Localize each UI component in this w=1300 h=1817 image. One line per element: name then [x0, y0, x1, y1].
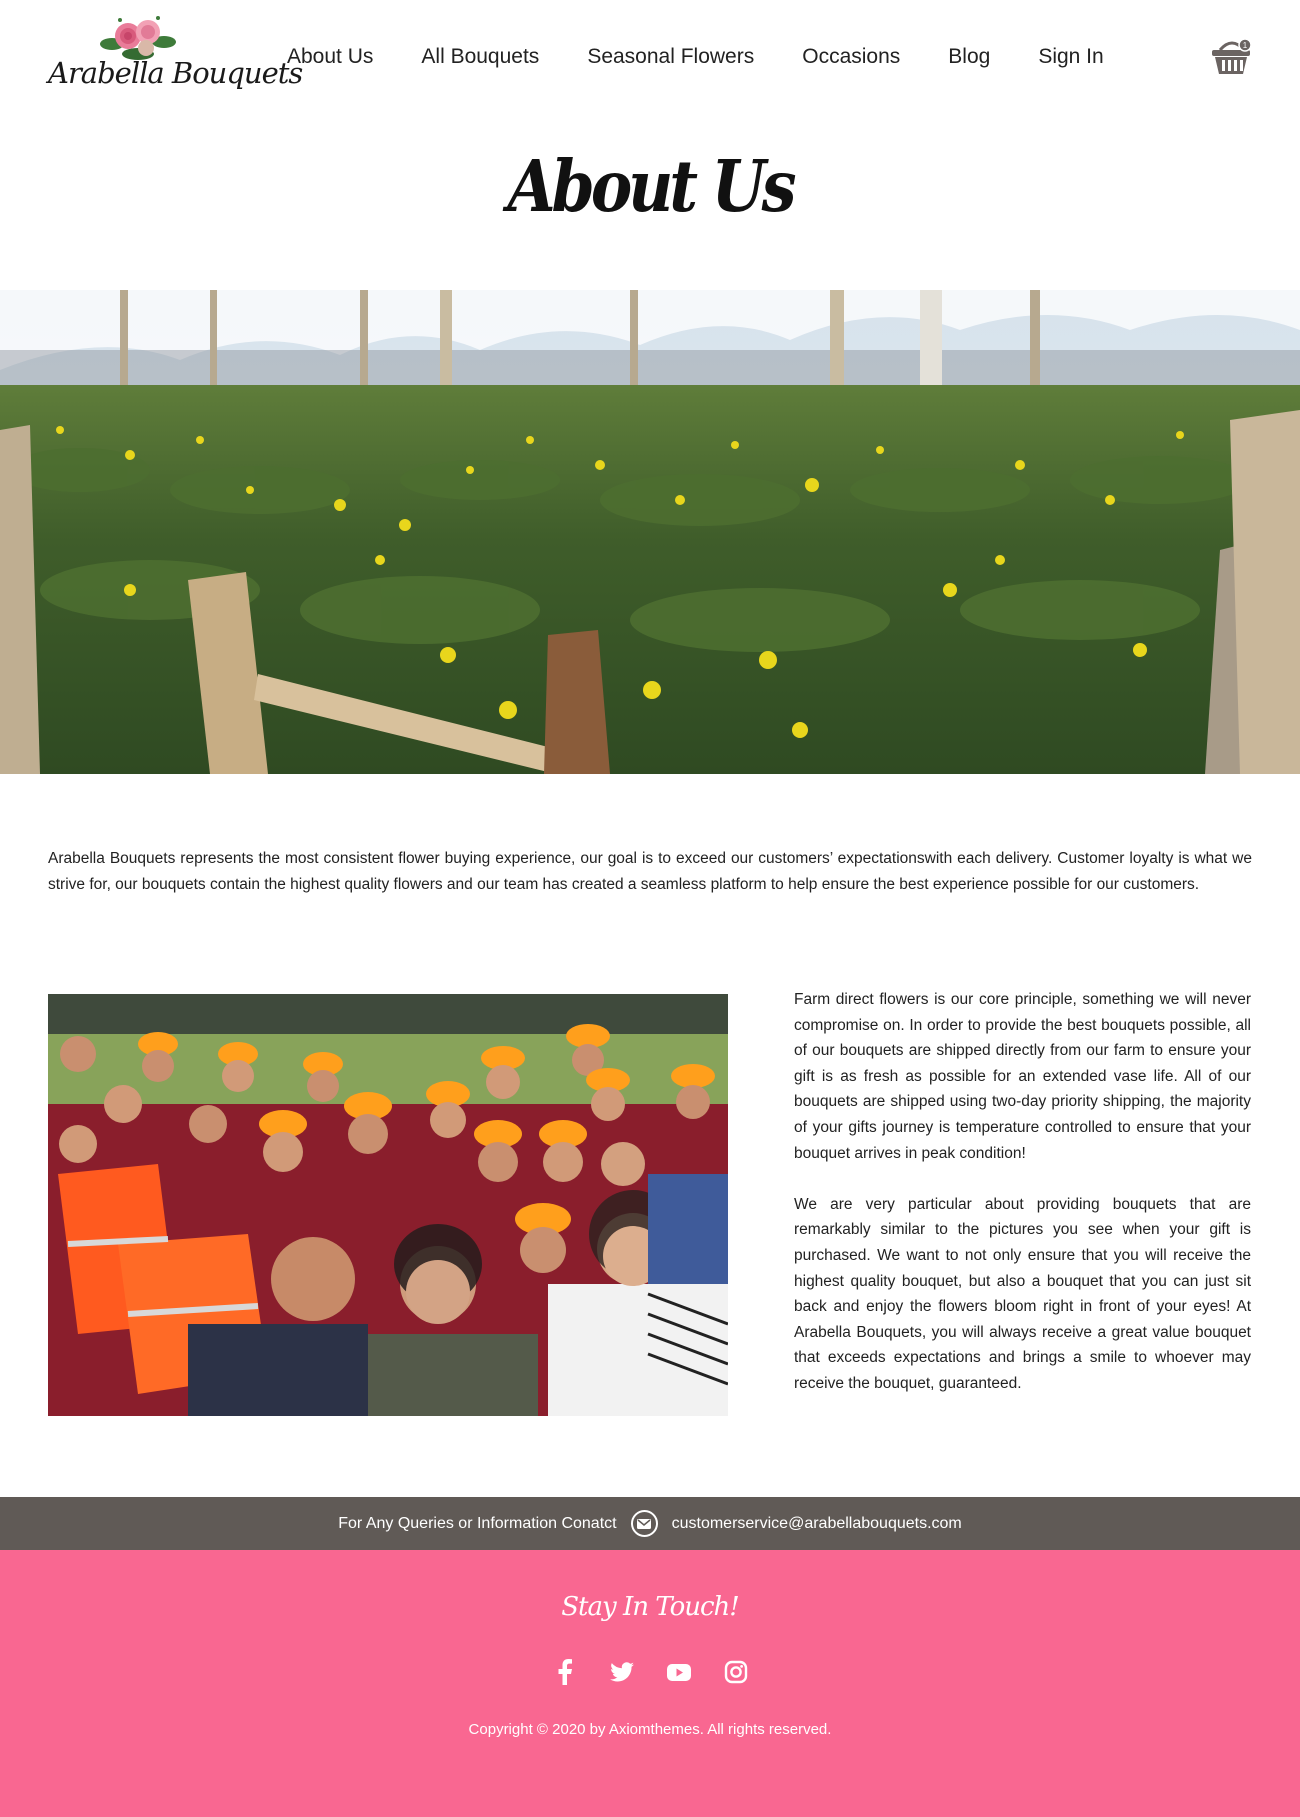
basket-cart-icon[interactable]: 1: [1210, 36, 1254, 76]
logo[interactable]: Arabella Bouquets: [48, 14, 303, 96]
greenhouse-hero-image: [0, 290, 1300, 774]
nav-occasions[interactable]: Occasions: [802, 40, 900, 74]
youtube-icon[interactable]: [665, 1658, 693, 1686]
stay-in-touch-heading: Stay In Touch!: [561, 1592, 739, 1622]
rose-logo-icon: [100, 16, 176, 60]
mail-icon: [630, 1510, 658, 1537]
nav-about-us[interactable]: About Us: [287, 40, 373, 74]
contact-email-link[interactable]: customerservice@arabellabouquets.com: [672, 1515, 962, 1533]
twitter-icon[interactable]: [608, 1658, 636, 1686]
facebook-icon[interactable]: [551, 1658, 579, 1686]
about-text-column: Farm direct flowers is our core principl…: [794, 987, 1251, 1397]
nav-all-bouquets[interactable]: All Bouquets: [421, 40, 539, 74]
instagram-icon[interactable]: [722, 1658, 750, 1686]
site-header: Arabella Bouquets About Us All Bouquets …: [0, 0, 1300, 112]
nav-blog[interactable]: Blog: [948, 40, 990, 74]
paragraph-quality: We are very particular about providing b…: [794, 1195, 1251, 1392]
site-footer: Stay In Touch! Copyright © 2020 by Axiom…: [0, 1550, 1300, 1817]
intro-paragraph: Arabella Bouquets represents the most co…: [48, 850, 1252, 893]
paragraph-farm-direct: Farm direct flowers is our core principl…: [794, 991, 1251, 1162]
main-nav: About Us All Bouquets Seasonal Flowers O…: [287, 40, 1152, 74]
page-title: About Us: [507, 144, 796, 229]
cart-count: 1: [1243, 41, 1248, 50]
logo-text: Arabella Bouquets: [48, 56, 303, 90]
team-photo: [48, 994, 728, 1416]
nav-seasonal-flowers[interactable]: Seasonal Flowers: [587, 40, 754, 74]
contact-label: For Any Queries or Information Conatct: [338, 1514, 617, 1532]
copyright-text: Copyright © 2020 by Axiomthemes. All rig…: [468, 1721, 832, 1738]
contact-bar: For Any Queries or Information Conatct c…: [0, 1497, 1300, 1550]
social-links: [551, 1658, 779, 1686]
nav-sign-in[interactable]: Sign In: [1038, 40, 1103, 74]
